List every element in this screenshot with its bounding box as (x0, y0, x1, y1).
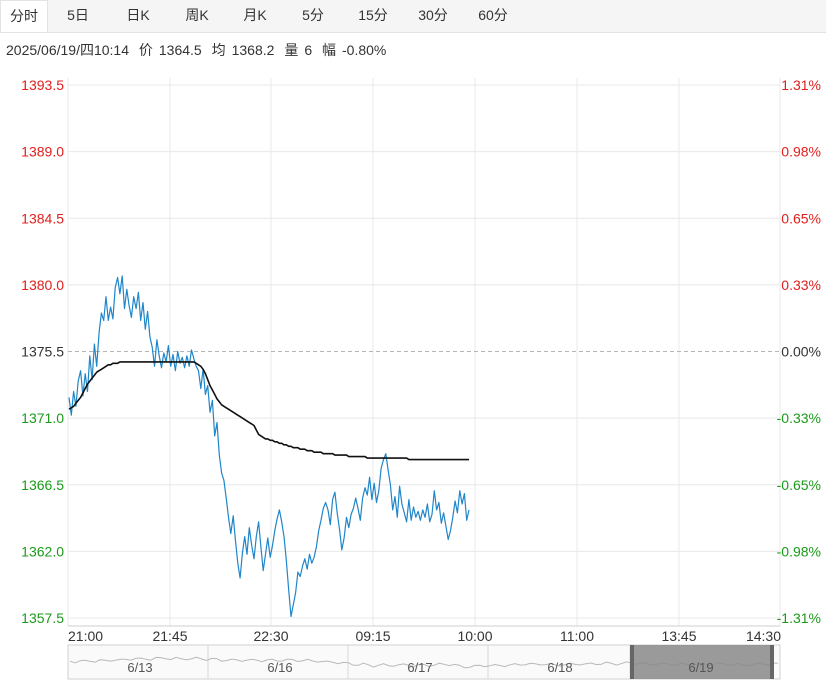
y-tick-label-left: 1366.5 (21, 477, 64, 493)
navigator-handle-left (630, 645, 634, 679)
x-tick-label: 22:30 (253, 628, 288, 644)
y-tick-label-left: 1393.5 (21, 77, 64, 93)
y-tick-label-right: -0.65% (777, 477, 821, 493)
y-tick-label-right: -1.31% (777, 610, 821, 626)
y-tick-label-left: 1362.0 (21, 543, 64, 559)
y-tick-label-right: -0.98% (777, 543, 821, 559)
x-tick-label: 09:15 (355, 628, 390, 644)
y-tick-label-right: 0.65% (781, 210, 821, 226)
x-tick-label: 11:00 (560, 628, 594, 644)
x-tick-label: 21:45 (152, 628, 187, 644)
navigator-handle-right (770, 645, 774, 679)
y-tick-label-left: 1371.0 (21, 410, 64, 426)
y-tick-label-right: -0.33% (777, 410, 821, 426)
navigator-date-label: 6/16 (267, 660, 292, 675)
navigator-date-label: 6/18 (547, 660, 572, 675)
y-tick-label-left: 1389.0 (21, 144, 64, 160)
y-tick-label-right: 1.31% (781, 77, 821, 93)
y-tick-label-left: 1384.5 (21, 210, 64, 226)
x-tick-label: 14:30 (746, 628, 781, 644)
y-tick-label-left: 1357.5 (21, 610, 64, 626)
x-tick-label: 21:00 (68, 628, 103, 644)
x-tick-label: 10:00 (457, 628, 492, 644)
intraday-chart[interactable]: 1393.5 1.31% 1389.0 0.98% 1384.5 0.65% 1380.0 0… (0, 0, 826, 685)
navigator-date-label: 6/13 (127, 660, 152, 675)
price-line (68, 275, 470, 618)
x-tick-label: 13:45 (661, 628, 696, 644)
y-tick-label-left: 1375.5 (21, 344, 64, 360)
y-tick-label-left: 1380.0 (21, 277, 64, 293)
y-tick-label-right: 0.00% (781, 344, 821, 360)
average-line (68, 361, 469, 461)
navigator-date-label: 6/19 (688, 660, 713, 675)
y-tick-label-right: 0.33% (781, 277, 821, 293)
navigator-date-label: 6/17 (407, 660, 432, 675)
y-tick-label-right: 0.98% (781, 144, 821, 160)
